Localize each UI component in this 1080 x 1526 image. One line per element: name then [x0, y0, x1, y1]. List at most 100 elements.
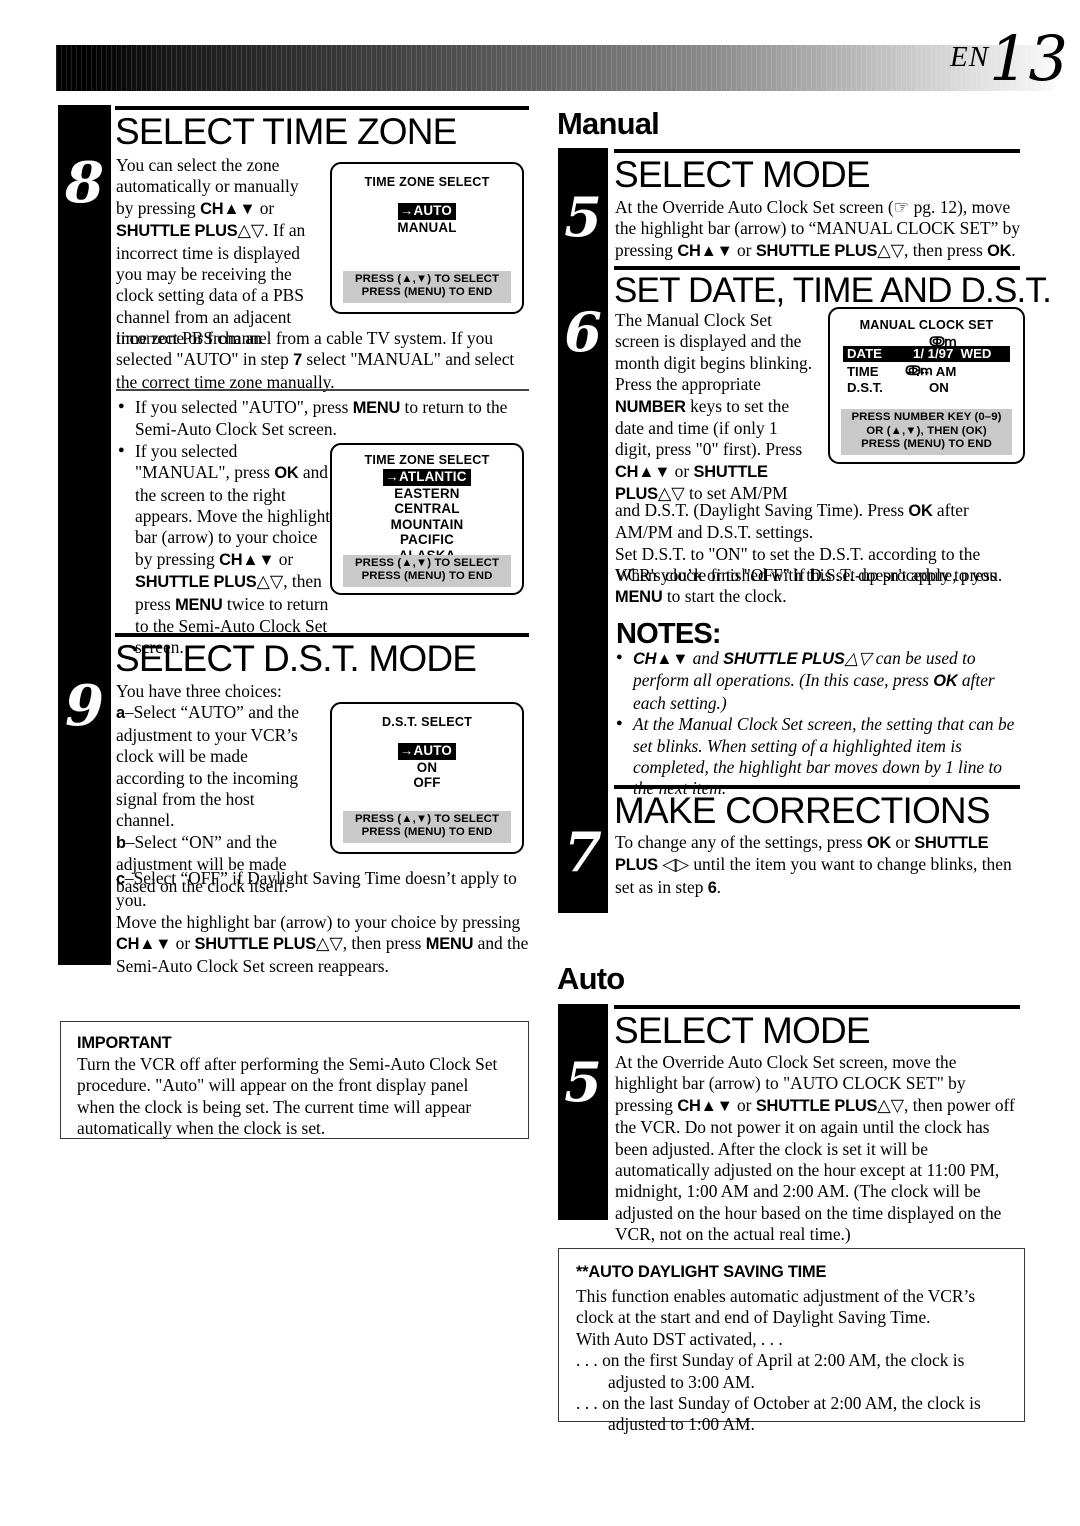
- step-7-number: 7: [564, 820, 602, 884]
- osd-footer: PRESS (▲,▼) TO SELECT PRESS (MENU) TO EN…: [343, 270, 511, 303]
- blink-rays-time-icon: ↂⅿ: [905, 363, 933, 378]
- osd-footer-line: PRESS NUMBER KEY (0–9): [851, 411, 1002, 424]
- step-9-number: 9: [65, 673, 104, 739]
- osd-footer-line: PRESS (▲,▼) TO SELECT: [354, 812, 500, 825]
- auto-dst-box: **AUTO DAYLIGHT SAVING TIME This functio…: [558, 1248, 1025, 1434]
- page-number: 13: [989, 22, 1068, 95]
- step-8-title: SELECT TIME ZONE: [115, 111, 457, 152]
- osd-option-selected[interactable]: →AUTO: [332, 203, 522, 220]
- arrow-icon: →: [399, 743, 414, 758]
- manual-section-heading: Manual: [557, 106, 660, 141]
- step-5-auto-rule: [614, 1005, 1020, 1009]
- notes-heading: NOTES:: [616, 618, 722, 650]
- osd-option[interactable]: ON: [332, 760, 522, 776]
- important-heading: IMPORTANT: [77, 1034, 172, 1052]
- osd-option[interactable]: OFF: [332, 775, 522, 791]
- osd-row-dst[interactable]: D.S.T. ON: [843, 380, 1010, 396]
- step-9-rule: [115, 633, 529, 637]
- auto-dst-item-1b: adjusted to 3:00 AM.: [608, 1371, 755, 1392]
- osd-highlight: →AUTO: [397, 203, 457, 220]
- auto-dst-para-1: This function enables automatic adjustme…: [576, 1286, 976, 1328]
- step-7-body: To change any of the settings, press OK …: [615, 832, 1012, 897]
- step-9-paragraph-2: c–Select “OFF” if Daylight Saving Time d…: [116, 868, 529, 976]
- osd-footer-line: PRESS (MENU) TO END: [361, 826, 493, 839]
- osd-option[interactable]: CENTRAL: [332, 501, 522, 517]
- osd-footer-line: OR (▲,▼), THEN (OK): [866, 424, 987, 437]
- step-8-number: 8: [65, 150, 104, 216]
- step-7-rule: [614, 785, 1020, 789]
- arrow-icon: →: [399, 203, 414, 218]
- list-item: If you selected "MANUAL", press OK and t…: [118, 440, 335, 659]
- auto-dst-item-1: . . . on the first Sunday of April at 2:…: [576, 1350, 965, 1371]
- step-6-body-3: When you’re finished with this set-up pr…: [615, 565, 997, 607]
- osd-options: →AUTO ON OFF: [332, 743, 522, 791]
- osd-option[interactable]: MOUNTAIN: [332, 517, 522, 533]
- osd-option-selected[interactable]: →AUTO: [332, 743, 522, 760]
- step-5-auto-number: 5: [564, 1050, 602, 1114]
- step-9-title: SELECT D.S.T. MODE: [115, 638, 477, 679]
- page-header-bar: [56, 45, 1054, 91]
- step-8-rule: [115, 106, 529, 110]
- osd-title: TIME ZONE SELECT: [364, 175, 490, 189]
- osd-highlight: →ATLANTIC: [383, 469, 471, 486]
- osd-row-value: ON: [929, 380, 949, 395]
- step-5-manual-title: SELECT MODE: [614, 154, 871, 195]
- osd-option[interactable]: MANUAL: [332, 220, 522, 236]
- step-5-manual-body: At the Override Auto Clock Set screen (☞…: [615, 197, 1021, 260]
- page-number-label: EN13: [950, 28, 1068, 90]
- osd-footer-line: PRESS (MENU) TO END: [361, 570, 493, 583]
- step-8-divider: [116, 389, 529, 391]
- step-9-paragraph-1: You have three choices: a–Select “AUTO” a…: [116, 681, 299, 896]
- step-5-auto-title: SELECT MODE: [614, 1010, 871, 1051]
- list-item: If you selected "AUTO", press MENU to re…: [118, 396, 529, 441]
- osd-manual-clock-set: MANUAL CLOCK SET ↂⅿ DATE 1/ 1/97 WED TIM…: [828, 307, 1025, 464]
- osd-clock-rows: ↂⅿ DATE 1/ 1/97 WED TIME --:-- AM ↂⅿ D.S…: [843, 334, 1010, 396]
- osd-highlight: →AUTO: [397, 743, 457, 760]
- osd-footer: PRESS (▲,▼) TO SELECT PRESS (MENU) TO EN…: [343, 554, 511, 587]
- osd-title: MANUAL CLOCK SET: [859, 318, 994, 332]
- arrow-icon: →: [385, 469, 400, 484]
- osd-footer-line: PRESS (▲,▼) TO SELECT: [354, 272, 500, 285]
- osd-footer-line: PRESS (MENU) TO END: [861, 438, 992, 451]
- osd-footer: PRESS NUMBER KEY (0–9) OR (▲,▼), THEN (O…: [841, 409, 1012, 455]
- osd-row-date[interactable]: DATE 1/ 1/97 WED: [843, 346, 1010, 363]
- osd-row-label: D.S.T.: [847, 380, 883, 395]
- auto-dst-item-2b: adjusted to 1:00 AM.: [608, 1414, 755, 1435]
- step-6-number: 6: [564, 300, 602, 364]
- osd-options: →AUTO MANUAL: [332, 203, 522, 235]
- osd-option[interactable]: PACIFIC: [332, 532, 522, 548]
- osd-row-time[interactable]: TIME --:-- AM ↂⅿ: [843, 363, 1010, 380]
- important-box: IMPORTANT Turn the VCR off after perform…: [60, 1021, 529, 1139]
- osd-footer-line: PRESS (▲,▼) TO SELECT: [354, 556, 500, 569]
- osd-row-value: 1/ 1/97 WED: [913, 346, 992, 361]
- step-5-manual-rule: [614, 149, 1020, 153]
- manual-page: EN13 8 SELECT TIME ZONE You can select t…: [0, 0, 1080, 1526]
- osd-footer-line: PRESS (MENU) TO END: [361, 286, 493, 299]
- notes-list: CH▲▼ and SHUTTLE PLUS△▽ can be used to p…: [616, 647, 1020, 800]
- step-6-title: SET DATE, TIME AND D.S.T.: [614, 271, 1052, 310]
- step-5-auto-body: At the Override Auto Clock Set screen, m…: [615, 1052, 1015, 1245]
- osd-time-zone-select-auto: TIME ZONE SELECT →AUTO MANUAL PRESS (▲,▼…: [330, 162, 524, 314]
- auto-dst-para-2: With Auto DST activated, . . .: [576, 1328, 783, 1349]
- language-code: EN: [950, 41, 990, 73]
- osd-option-selected[interactable]: →ATLANTIC: [332, 469, 522, 486]
- osd-time-zone-select-list: TIME ZONE SELECT →ATLANTIC EASTERN CENTR…: [330, 443, 524, 595]
- osd-option[interactable]: EASTERN: [332, 486, 522, 502]
- step-8-paragraph-1: You can select the zone automatically or…: [116, 155, 306, 349]
- osd-title: D.S.T. SELECT: [381, 715, 473, 729]
- auto-section-heading: Auto: [557, 961, 625, 996]
- step-6-rule: [614, 266, 1020, 270]
- osd-row-label: TIME: [847, 364, 879, 379]
- step-8-paragraph-2: incorrect PBS channel from a cable TV sy…: [116, 328, 515, 392]
- step-7-title: MAKE CORRECTIONS: [614, 790, 991, 831]
- auto-dst-heading: **AUTO DAYLIGHT SAVING TIME: [576, 1263, 827, 1281]
- osd-dst-select: D.S.T. SELECT →AUTO ON OFF PRESS (▲,▼) T…: [330, 702, 524, 854]
- step-5-manual-number: 5: [564, 185, 602, 249]
- osd-row-label: DATE: [847, 346, 882, 361]
- header-stripes: [56, 45, 1054, 91]
- list-item: CH▲▼ and SHUTTLE PLUS△▽ can be used to p…: [616, 647, 1020, 714]
- osd-footer: PRESS (▲,▼) TO SELECT PRESS (MENU) TO EN…: [343, 810, 511, 843]
- step-6-body-1: The Manual Clock Set screen is displayed…: [615, 310, 813, 504]
- auto-dst-item-2: . . . on the last Sunday of October at 2…: [576, 1393, 981, 1414]
- osd-title: TIME ZONE SELECT: [364, 453, 490, 467]
